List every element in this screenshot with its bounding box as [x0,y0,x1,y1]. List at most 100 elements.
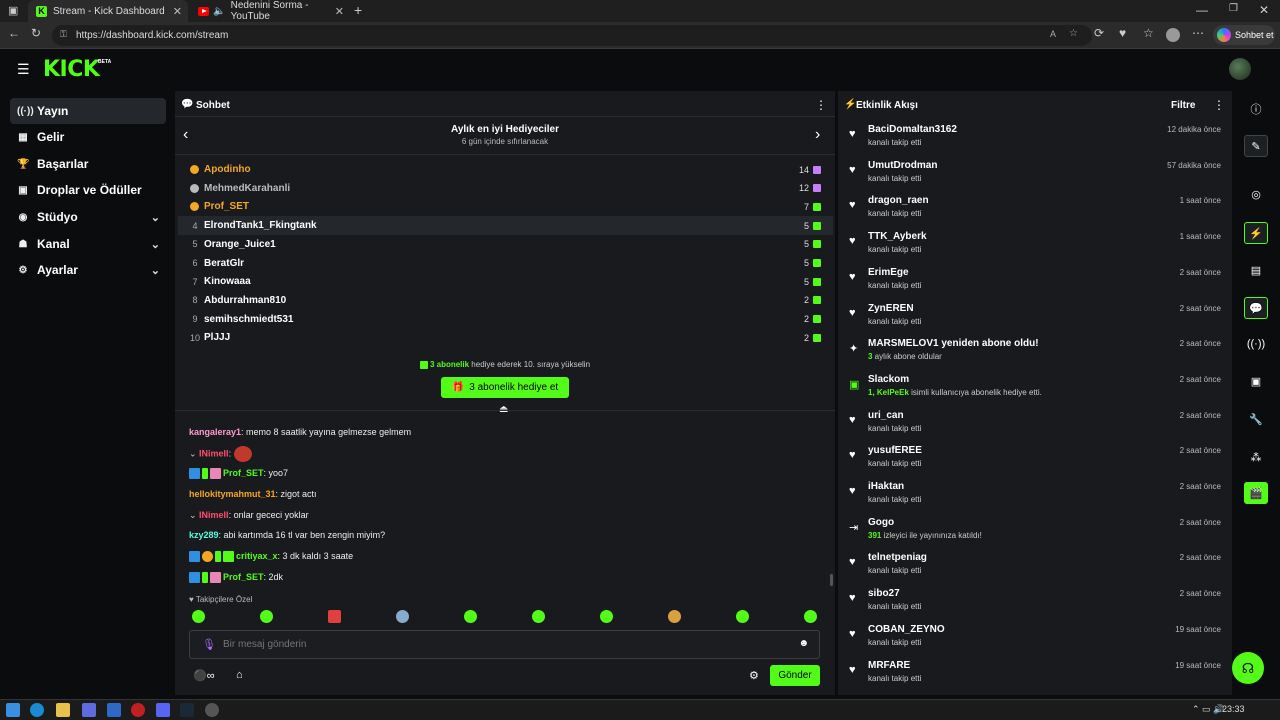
kick-logo[interactable]: KICK [43,57,100,82]
refresh-icon[interactable]: ↻ [31,26,41,40]
gifter-name[interactable]: PlJJJ [204,332,230,343]
edit-icon[interactable]: ✎ [1244,135,1268,157]
gifter-row[interactable]: 4 ElrondTank1_Fkingtank 5 [178,216,833,236]
chat-icon[interactable]: 💬 [1244,297,1268,319]
activity-item[interactable]: ✦ MARSMELOV1 yeniden abone oldu! 3 aylık a… [840,334,1230,368]
gifter-name[interactable]: Kinowaaa [204,276,251,287]
sidebar-item-ayarlar[interactable]: ⚙ Ayarlar ⌄ [10,257,166,283]
storage-icon[interactable]: ▣ [1244,370,1268,392]
gifter-name[interactable]: Orange_Juice1 [204,239,276,250]
gifter-row[interactable]: 8 Abdurrahman810 2 [178,291,833,310]
tab-kick-dashboard[interactable]: K Stream - Kick Dashboard ✕ [28,0,188,22]
emote-icon[interactable] [804,610,817,623]
url-field[interactable]: ⚿ https://dashboard.kick.com/stream A ☆ [52,25,1092,46]
gifter-row[interactable]: 7 Kinowaaa 5 [178,272,833,291]
gifter-row[interactable]: 10 PlJJJ 2 [178,328,833,347]
prev-arrow-icon[interactable]: ‹ [183,126,188,144]
activity-item[interactable]: ♥ ErimEge kanalı takip etti 2 saat önce [840,263,1230,297]
app-icon[interactable] [205,703,219,717]
activity-user[interactable]: MARSMELOV1 yeniden abone oldu! [868,338,1039,349]
emoji-icon[interactable]: ☻ [798,638,809,649]
file-explorer-icon[interactable] [56,703,70,717]
emote-icon[interactable] [260,610,273,623]
tab-youtube[interactable]: 🔈 Nedenini Sorma - YouTube ✕ [190,0,350,22]
sidebar-item-kanal[interactable]: ☗ Kanal ⌄ [10,231,166,257]
chat-username[interactable]: critiyax_x [236,551,278,561]
gifter-row[interactable]: MehmedKarahanli 12 [178,179,833,198]
system-tray-icon[interactable]: ⌃ ▭ 🔊 [1192,704,1224,715]
activity-item[interactable]: ♥ yusufEREE kanalı takip etti 2 saat önce [840,441,1230,475]
filter-button[interactable]: Filtre [1171,100,1195,111]
chat-username[interactable]: INimeII [199,448,229,458]
extensions-icon[interactable]: ⟳ [1094,26,1104,40]
close-window-icon[interactable]: ✕ [1259,3,1269,17]
activity-item[interactable]: ♥ dragon_raen kanalı takip etti 1 saat önce [840,191,1230,225]
activity-item[interactable]: ⇥ Gogo 391 izleyici ile yayınınıza katıldı… [840,513,1230,547]
support-button[interactable]: ☊ [1232,652,1264,684]
chat-settings-icon[interactable]: ⚙ [749,669,759,682]
activity-item[interactable]: ♥ MRFARE kanalı takip etti 19 saat önce [840,656,1230,690]
activity-feed-icon[interactable]: ⚡ [1244,222,1268,244]
activity-user[interactable]: BaciDomaltan3162 [868,124,957,135]
favorites-icon[interactable]: ☆ [1143,26,1154,40]
activity-item[interactable]: ♥ UmutDrodman kanalı takip etti 57 dakika ö… [840,156,1230,190]
more-menu-icon[interactable]: ⋯ [1192,26,1204,40]
close-tab-icon[interactable]: ✕ [173,5,182,18]
chat-message-field[interactable] [223,636,783,653]
sidebar-item-studyo[interactable]: ◉ Stüdyo ⌄ [10,204,166,230]
speaker-icon[interactable]: 🔈 [213,6,225,17]
maximize-icon[interactable]: ❐ [1229,3,1238,14]
emote-icon[interactable] [192,610,205,623]
chat-input[interactable]: 🎙 ☻ [189,630,820,659]
activity-item[interactable]: ♥ BaciDomaltan3162 kanalı takip etti 12 dak… [840,120,1230,154]
browser-essentials-icon[interactable]: ♥ [1119,26,1126,40]
sidebar-item-droplar[interactable]: ▣ Droplar ve Ödüller [10,177,166,203]
minimize-icon[interactable]: — [1196,3,1208,17]
activity-user[interactable]: UmutDrodman [868,160,937,171]
app-icon[interactable] [107,703,121,717]
activity-user[interactable]: dragon_raen [868,195,929,206]
activity-user[interactable]: Slackom [868,374,909,385]
gifter-name[interactable]: BeratGlr [204,258,244,269]
gifter-row[interactable]: Apodinho 14 [178,160,833,179]
activity-item[interactable]: ♥ sibo27 kanalı takip etti 2 saat önce [840,584,1230,618]
next-arrow-icon[interactable]: › [815,126,820,144]
app-icon[interactable] [131,703,145,717]
chat-username[interactable]: kzy289 [189,530,219,540]
activity-user[interactable]: COBAN_ZEYNO [868,624,945,635]
activity-item[interactable]: ♥ COBAN_ZEYNO kanalı takip etti 19 saat önc… [840,620,1230,654]
broadcast-icon[interactable]: ((·)) [1244,333,1268,355]
sidebar-item-gelir[interactable]: ▦ Gelir [10,124,166,150]
chat-username[interactable]: Prof_SET [223,468,264,478]
info-icon[interactable]: ⓘ [1244,98,1268,120]
emote-icon[interactable] [668,610,681,623]
gifter-row[interactable]: 9 semihschmiedt531 2 [178,310,833,329]
camera-icon[interactable]: ◎ [1244,183,1268,205]
activity-item[interactable]: ♥ TTK_Ayberk kanalı takip etti 1 saat önce [840,227,1230,261]
back-icon[interactable]: ← [8,26,20,40]
chat-username[interactable]: Prof_SET [223,572,264,582]
tab-actions-icon[interactable]: ▣ [8,4,18,17]
favorite-star-icon[interactable]: ☆ [1069,28,1078,39]
activity-item[interactable]: ♥ iHaktan kanalı takip etti 2 saat önce [840,477,1230,511]
emote-icon[interactable] [464,610,477,623]
activity-item[interactable]: ▣ Slackom 1, KelPeEk isimli kullanıcıya ab… [840,370,1230,404]
activity-user[interactable]: sibo27 [868,588,900,599]
notes-icon[interactable]: ▤ [1244,259,1268,281]
chat-scrollbar[interactable] [830,574,833,586]
discord-icon[interactable] [156,703,170,717]
activity-user[interactable]: iHaktan [868,481,904,492]
apps-icon[interactable]: ⁂ [1244,446,1268,468]
send-button[interactable]: Gönder [770,665,820,686]
site-info-icon[interactable]: ⚿ [60,29,67,40]
gifter-row[interactable]: 5 Orange_Juice1 5 [178,235,833,254]
activity-user[interactable]: yusufEREE [868,445,922,456]
windows-start-icon[interactable] [6,703,20,717]
activity-user[interactable]: uri_can [868,410,904,421]
gifter-name[interactable]: semihschmiedt531 [204,314,294,325]
emote-icon[interactable] [600,610,613,623]
activity-user[interactable]: MRFARE [868,660,910,671]
store-icon[interactable]: ⌂ [236,669,243,681]
chat-username[interactable]: hellokitymahmut_31 [189,489,276,499]
gift-subscription-button[interactable]: 🎁 3 abonelik hediye et [441,377,569,398]
